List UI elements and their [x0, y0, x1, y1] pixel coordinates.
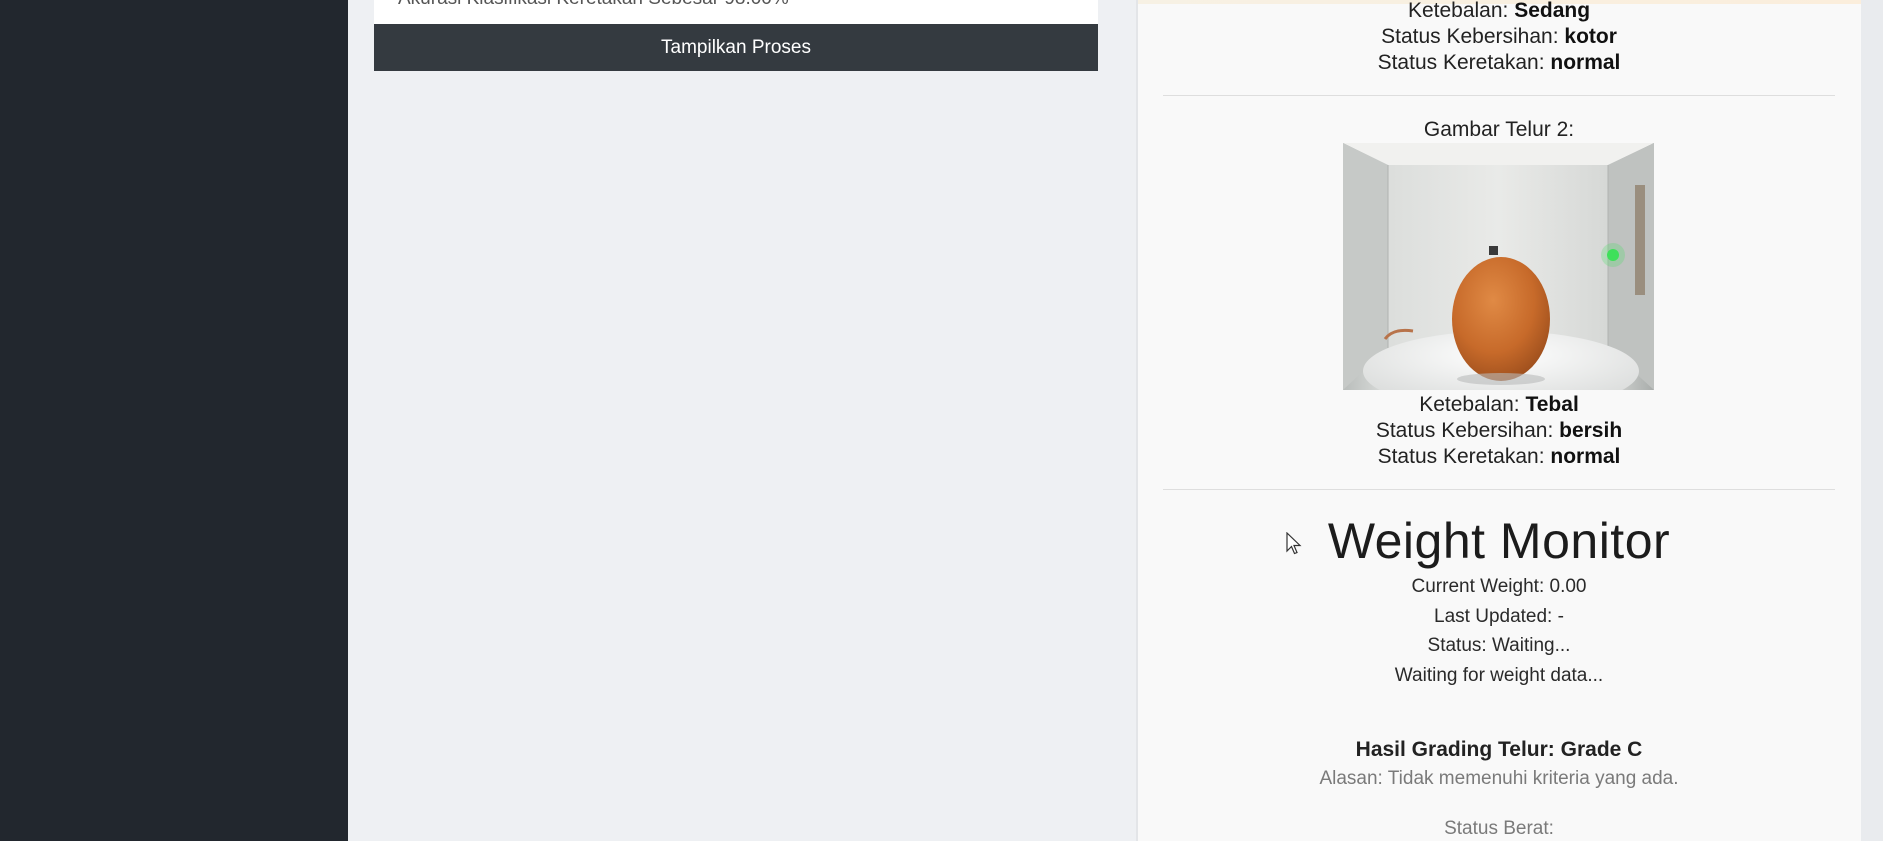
separator — [1163, 489, 1835, 490]
egg1-thickness: Ketebalan: Sedang — [1407, 0, 1591, 22]
weight-monitor-info: Current Weight: 0.00 Last Updated: - Sta… — [1163, 572, 1835, 690]
waiting-message: Waiting for weight data... — [1394, 664, 1604, 686]
scrollbar-track[interactable] — [1861, 0, 1883, 841]
egg1-cleanliness: Status Kebersihan: kotor — [1381, 25, 1617, 48]
last-updated: Last Updated: - — [1434, 605, 1564, 627]
weight-monitor-title: Weight Monitor — [1327, 513, 1671, 569]
weight-status: Status: Waiting... — [1427, 635, 1571, 656]
egg1-crack-status: Status Keretakan: normal — [1377, 51, 1621, 74]
egg1-results: Ketebalan: Sedang Status Kebersihan: kot… — [1163, 0, 1835, 76]
egg2-thickness: Ketebalan: Tebal — [1419, 393, 1579, 416]
weight-status-label: Status Berat: — [1444, 818, 1554, 839]
egg2-cleanliness: Status Kebersihan: bersih — [1375, 419, 1623, 442]
accuracy-text: Akurasi Klasifikasi Keretakan Sebesar 98… — [398, 0, 789, 10]
accuracy-card: Akurasi Klasifikasi Keretakan Sebesar 98… — [374, 0, 1098, 24]
grading-result: Hasil Grading Telur: Grade C — [1355, 738, 1643, 761]
egg2-title: Gambar Telur 2: — [1423, 118, 1575, 141]
egg2-crack-status: Status Keretakan: normal — [1377, 445, 1621, 468]
main-content-area — [348, 0, 1136, 841]
grading-reason: Alasan: Tidak memenuhi kriteria yang ada… — [1319, 768, 1679, 789]
separator — [1163, 95, 1835, 96]
show-process-button[interactable]: Tampilkan Proses — [374, 24, 1098, 71]
egg2-results: Ketebalan: Tebal Status Kebersihan: bers… — [1163, 392, 1835, 470]
egg2-image — [1343, 143, 1654, 390]
sidebar — [0, 0, 348, 841]
mouse-pointer-icon — [1286, 532, 1302, 555]
current-weight: Current Weight: 0.00 — [1411, 576, 1587, 597]
egg2-title-wrap: Gambar Telur 2: — [1163, 117, 1835, 143]
